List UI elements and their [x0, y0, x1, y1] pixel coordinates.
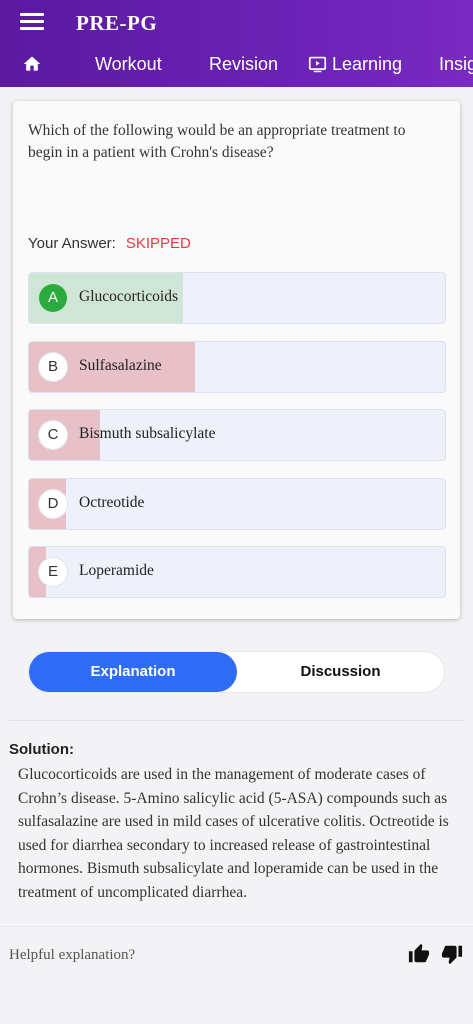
option-letter-badge: E — [39, 558, 67, 586]
nav-workout[interactable]: Workout — [95, 54, 162, 75]
your-answer-row: Your Answer: SKIPPED — [28, 235, 191, 252]
question-text: Which of the following would be an appro… — [28, 122, 406, 161]
thumbs-up-icon[interactable] — [408, 943, 430, 965]
app-title: PRE-PG — [76, 11, 158, 35]
tab-discussion[interactable]: Discussion — [237, 652, 444, 692]
hamburger-menu-icon[interactable] — [20, 13, 44, 33]
option-text: Glucocorticoids — [79, 288, 179, 305]
option-text: Octreotide — [79, 494, 145, 511]
top-nav: Workout Revision Learning Insig — [0, 46, 473, 84]
solution-text: Glucocorticoids are used in the manageme… — [18, 766, 449, 901]
option-text: Sulfasalazine — [79, 357, 162, 374]
option-letter-badge: D — [39, 490, 67, 518]
option-letter-badge: A — [39, 284, 67, 312]
tab-explanation[interactable]: Explanation — [29, 652, 237, 692]
option-e[interactable]: E Loperamide — [28, 546, 446, 598]
nav-insights[interactable]: Insig — [439, 54, 473, 75]
option-c[interactable]: C Bismuth subsalicylate — [28, 409, 446, 461]
app-bar: PRE-PG Workout Revision Learning Insig — [0, 0, 473, 87]
bottom-spacer — [0, 986, 473, 1024]
option-letter-badge: B — [39, 353, 67, 381]
thumbs-down-icon[interactable] — [441, 943, 463, 965]
home-icon[interactable] — [22, 54, 42, 74]
option-b[interactable]: B Sulfasalazine — [28, 341, 446, 393]
helpful-prompt: Helpful explanation? — [9, 947, 136, 963]
solution-section: Solution: Glucocorticoids are used in th… — [0, 721, 473, 926]
your-answer-label: Your Answer: — [28, 235, 116, 252]
nav-learning-label: Learning — [332, 54, 403, 74]
nav-learning[interactable]: Learning — [308, 54, 402, 75]
solution-title: Solution: — [9, 741, 74, 758]
play-screen-icon — [308, 56, 327, 73]
option-d[interactable]: D Octreotide — [28, 478, 446, 530]
tabs-area: Explanation Discussion — [0, 632, 473, 720]
explanation-discussion-tabs: Explanation Discussion — [28, 651, 445, 693]
your-answer-status: SKIPPED — [125, 235, 191, 252]
question-card: Which of the following would be an appro… — [13, 101, 460, 619]
option-text: Loperamide — [79, 562, 154, 579]
option-text: Bismuth subsalicylate — [79, 425, 216, 442]
option-letter-badge: C — [39, 421, 67, 449]
nav-revision[interactable]: Revision — [209, 54, 278, 75]
option-a[interactable]: A Glucocorticoids — [28, 272, 446, 324]
feedback-bar: Helpful explanation? — [0, 926, 473, 986]
